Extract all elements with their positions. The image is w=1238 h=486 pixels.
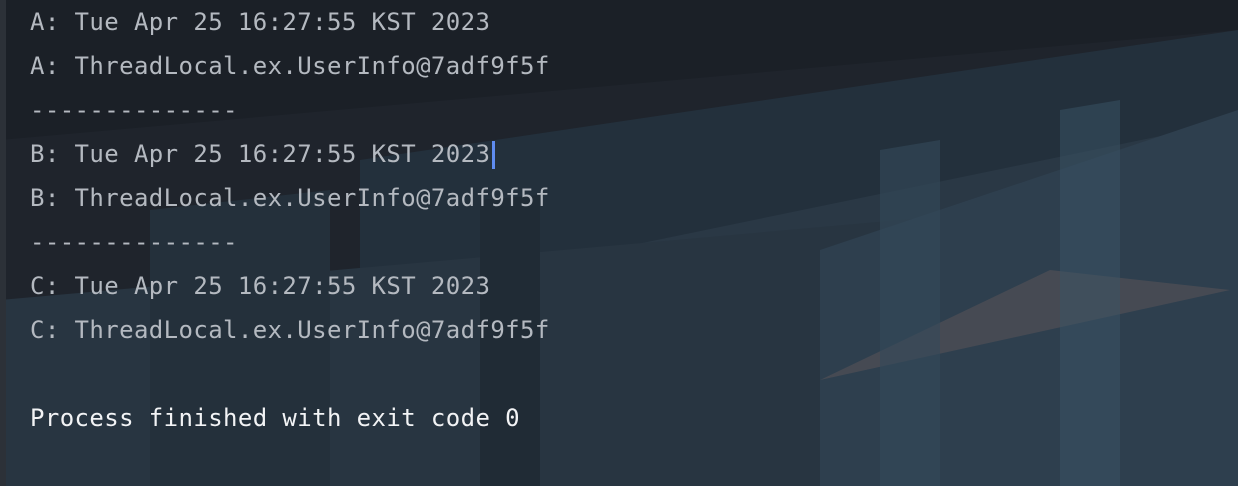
- console-line-b-userinfo: B: ThreadLocal.ex.UserInfo@7adf9f5f: [30, 184, 550, 212]
- console-line-b-date-row: B: Tue Apr 25 16:27:55 KST 2023: [30, 139, 496, 169]
- console-line-c-userinfo: C: ThreadLocal.ex.UserInfo@7adf9f5f: [30, 316, 550, 344]
- console-line-b-date: B: Tue Apr 25 16:27:55 KST 2023: [30, 140, 491, 168]
- console-line-c-date: C: Tue Apr 25 16:27:55 KST 2023: [30, 272, 491, 300]
- console-line-a-date: A: Tue Apr 25 16:27:55 KST 2023: [30, 8, 491, 36]
- console-separator-1: --------------: [30, 96, 238, 124]
- process-finished-message: Process finished with exit code 0: [30, 404, 521, 432]
- console-separator-2: --------------: [30, 228, 238, 256]
- console-line-a-userinfo: A: ThreadLocal.ex.UserInfo@7adf9f5f: [30, 52, 550, 80]
- run-console-output[interactable]: A: Tue Apr 25 16:27:55 KST 2023 A: Threa…: [0, 0, 1238, 486]
- text-caret: [492, 141, 496, 169]
